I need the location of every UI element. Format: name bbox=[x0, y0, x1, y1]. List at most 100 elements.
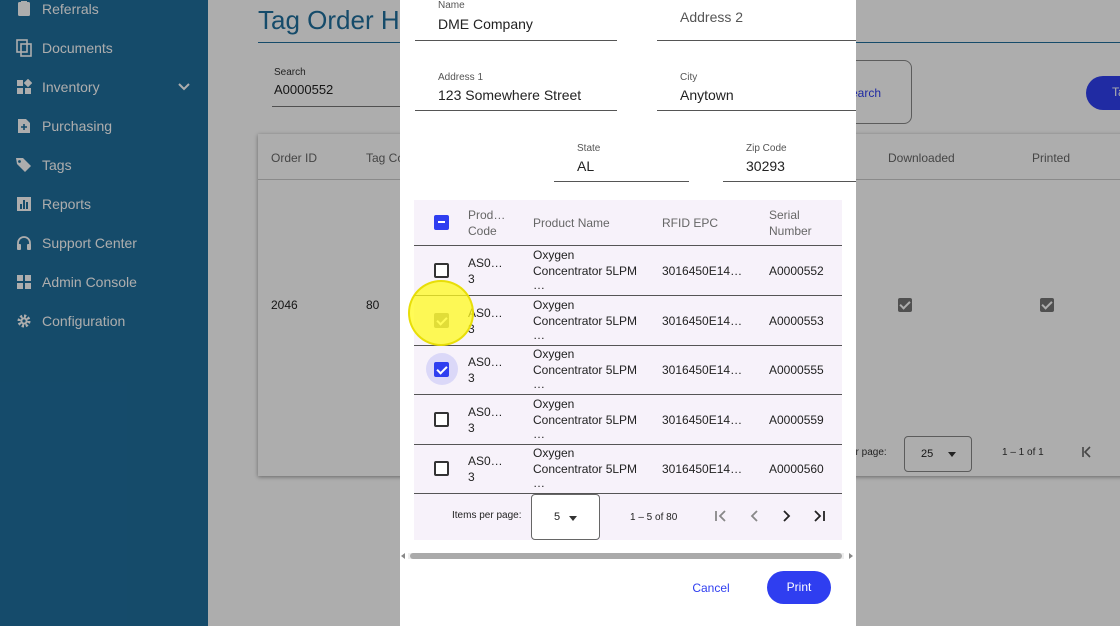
cell-line: AS0… bbox=[468, 256, 503, 270]
name-value: DME Company bbox=[438, 16, 533, 32]
header-line: Code bbox=[468, 224, 497, 238]
zip-code-label: Zip Code bbox=[746, 143, 787, 154]
pager-range: 1 – 5 of 80 bbox=[630, 512, 678, 523]
tags-table: Prod… Code Product Name RFID EPC Serial … bbox=[414, 200, 842, 540]
state-field[interactable]: State AL bbox=[554, 141, 689, 183]
cell-line: Oxygen bbox=[533, 297, 575, 312]
serial-number-cell: A0000555 bbox=[769, 363, 824, 377]
cell-line: 3 bbox=[468, 470, 475, 484]
cell-line: … bbox=[533, 278, 545, 292]
zip-code-field[interactable]: Zip Code 30293 bbox=[723, 141, 856, 183]
click-highlight bbox=[408, 280, 474, 346]
row-divider bbox=[414, 493, 842, 494]
product-name-cell: Oxygen Concentrator 5LPM… bbox=[533, 247, 655, 295]
product-name-cell: Oxygen Concentrator 5LPM… bbox=[533, 346, 655, 394]
address1-field[interactable]: Address 1 123 Somewhere Street bbox=[415, 70, 617, 112]
product-name-cell: Oxygen Concentrator 5LPM… bbox=[533, 297, 655, 345]
row-checkbox[interactable] bbox=[434, 461, 449, 476]
address2-label: Address 2 bbox=[680, 9, 744, 25]
column-header-rfid-epc[interactable]: RFID EPC bbox=[662, 215, 718, 231]
items-per-page-select[interactable]: 5 bbox=[531, 494, 600, 540]
product-code-cell: AS0… 3 bbox=[468, 453, 528, 485]
table-row[interactable]: AS0… 3 Oxygen Concentrator 5LPM… 3016450E14…… bbox=[414, 246, 842, 296]
header-line: Prod… bbox=[468, 208, 506, 222]
cancel-button[interactable]: Cancel bbox=[676, 574, 746, 602]
cell-line: Oxygen bbox=[533, 347, 575, 361]
header-line: Serial bbox=[769, 208, 800, 222]
serial-number-cell: A0000559 bbox=[769, 412, 824, 427]
address1-value: 123 Somewhere Street bbox=[438, 87, 582, 103]
column-header-product-code[interactable]: Prod… Code bbox=[468, 207, 505, 239]
address1-underline bbox=[415, 110, 617, 111]
previous-page-icon[interactable] bbox=[746, 508, 762, 524]
product-code-cell: AS0… 3 bbox=[468, 305, 528, 337]
last-page-icon[interactable] bbox=[811, 508, 827, 524]
cell-line: Oxygen bbox=[533, 396, 575, 411]
cell-line: … bbox=[533, 327, 545, 342]
zip-code-underline bbox=[723, 181, 856, 182]
serial-number-cell: A0000553 bbox=[769, 313, 824, 328]
row-checkbox[interactable] bbox=[434, 263, 449, 278]
cell-line: 3 bbox=[468, 371, 475, 385]
table-row[interactable]: AS0… 3 Oxygen Concentrator 5LPM… 3016450E14…… bbox=[414, 345, 842, 395]
cell-line: Concentrator 5LPM bbox=[533, 412, 638, 427]
address1-label: Address 1 bbox=[438, 72, 484, 83]
product-code-cell: AS0… 3 bbox=[468, 255, 528, 287]
scrollbar-thumb[interactable] bbox=[410, 553, 842, 559]
row-checkbox[interactable] bbox=[434, 362, 449, 377]
column-header-serial-number[interactable]: Serial Number bbox=[769, 207, 812, 239]
product-code-cell: AS0… 3 bbox=[468, 354, 528, 386]
product-name-cell: Oxygen Concentrator 5LPM… bbox=[533, 396, 655, 444]
items-per-page-value: 5 bbox=[554, 511, 561, 523]
product-code-cell: AS0… 3 bbox=[468, 404, 528, 436]
product-name-cell: Oxygen Concentrator 5LPM… bbox=[533, 445, 655, 493]
items-per-page-label: Items per page: bbox=[452, 510, 522, 521]
state-value: AL bbox=[577, 158, 595, 174]
state-label: State bbox=[577, 143, 601, 154]
table-row[interactable]: AS0… 3 Oxygen Concentrator 5LPM… 3016450E14…… bbox=[414, 296, 842, 346]
rfid-epc-cell: 3016450E14… bbox=[662, 363, 743, 377]
cell-line: … bbox=[533, 476, 545, 490]
select-all-checkbox[interactable] bbox=[434, 215, 449, 230]
address2-underline bbox=[657, 40, 856, 41]
rfid-epc-cell: 3016450E14… bbox=[662, 462, 743, 476]
rfid-epc-cell: 3016450E14… bbox=[662, 313, 743, 328]
name-label: Name bbox=[438, 0, 465, 11]
serial-number-cell: A0000552 bbox=[769, 264, 824, 278]
name-underline bbox=[415, 40, 617, 41]
column-header-product-name[interactable]: Product Name bbox=[533, 215, 610, 231]
cell-line: Oxygen bbox=[533, 248, 575, 262]
city-label: City bbox=[680, 72, 698, 83]
rfid-epc-cell: 3016450E14… bbox=[662, 412, 743, 427]
cell-line: Concentrator 5LPM bbox=[533, 363, 638, 377]
address2-field[interactable]: Address 2 bbox=[657, 0, 856, 42]
cell-line: Concentrator 5LPM bbox=[533, 313, 638, 328]
horizontal-scrollbar[interactable] bbox=[400, 551, 856, 561]
rfid-epc-cell: 3016450E14… bbox=[662, 264, 743, 278]
caret-down-icon bbox=[569, 516, 577, 521]
cell-line: Concentrator 5LPM bbox=[533, 264, 638, 278]
cell-line: 3 bbox=[468, 321, 475, 336]
cell-line: … bbox=[533, 426, 545, 441]
cell-line: AS0… bbox=[468, 355, 503, 369]
first-page-icon[interactable] bbox=[713, 508, 729, 524]
cell-line: 3 bbox=[468, 272, 475, 286]
scroll-left-icon[interactable] bbox=[401, 553, 405, 559]
table-row[interactable]: AS0… 3 Oxygen Concentrator 5LPM… 3016450E14…… bbox=[414, 444, 842, 494]
next-page-icon[interactable] bbox=[779, 508, 795, 524]
cell-line: Oxygen bbox=[533, 446, 575, 460]
scroll-right-icon[interactable] bbox=[849, 553, 853, 559]
name-field[interactable]: Name DME Company bbox=[415, 0, 617, 42]
state-underline bbox=[554, 181, 689, 182]
zip-code-value: 30293 bbox=[746, 158, 785, 174]
table-row[interactable]: AS0… 3 Oxygen Concentrator 5LPM… 3016450E14…… bbox=[414, 395, 842, 445]
cell-line: … bbox=[533, 377, 545, 391]
cell-line: AS0… bbox=[468, 404, 503, 419]
city-field[interactable]: City Anytown bbox=[657, 70, 856, 112]
cell-line: 3 bbox=[468, 420, 475, 435]
city-value: Anytown bbox=[680, 87, 734, 103]
cell-line: AS0… bbox=[468, 454, 503, 468]
city-underline bbox=[657, 110, 856, 111]
row-checkbox[interactable] bbox=[434, 411, 449, 427]
print-button[interactable]: Print bbox=[767, 571, 831, 604]
